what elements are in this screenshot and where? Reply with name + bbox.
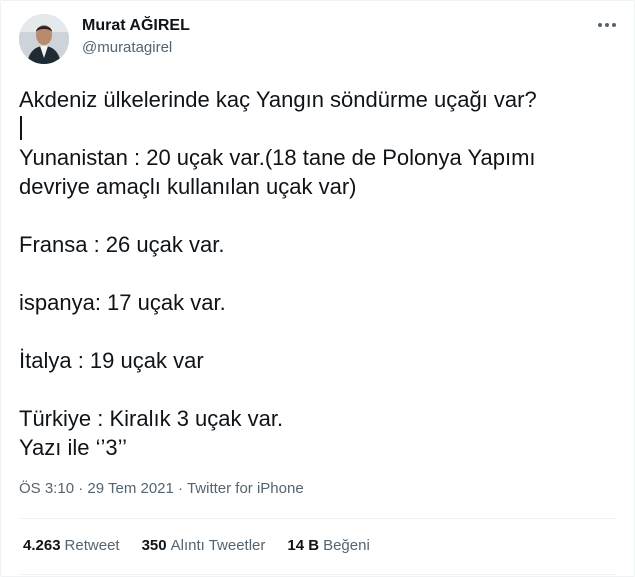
tweet-line: ispanya: 17 uçak var. <box>19 290 226 315</box>
avatar[interactable] <box>19 14 69 64</box>
retweets-label: Retweet <box>64 537 120 554</box>
more-icon[interactable] <box>595 15 619 35</box>
tweet-source[interactable]: Twitter for iPhone <box>187 480 304 497</box>
tweet-card: Murat AĞIREL @muratagirel Akdeniz ülkele… <box>0 0 635 577</box>
tweet-line: İtalya : 19 uçak var <box>19 348 204 373</box>
text-cursor <box>20 116 22 140</box>
tweet-date[interactable]: 29 Tem 2021 <box>87 480 173 497</box>
tweet-line: devriye amaçlı kullanılan uçak var) <box>19 174 357 199</box>
meta-separator: · <box>78 480 88 497</box>
tweet-line: Akdeniz ülkelerinde kaç Yangın söndürme … <box>19 87 537 112</box>
meta-separator: · <box>178 480 187 497</box>
tweet-line: Yazı ile ‘’3’’ <box>19 435 128 460</box>
likes-label: Beğeni <box>323 537 370 554</box>
retweets-stat[interactable]: 4.263 Retweet <box>23 537 120 554</box>
quotes-count: 350 <box>141 537 167 554</box>
tweet-line: Fransa : 26 uçak var. <box>19 232 225 257</box>
tweet-stats: 4.263 Retweet 350 Alıntı Tweetler 14 B Beğe… <box>23 537 370 554</box>
divider <box>19 574 616 575</box>
tweet-metadata: ÖS 3:10 · 29 Tem 2021 · Twitter for iPho… <box>19 480 304 497</box>
tweet-time[interactable]: ÖS 3:10 <box>19 480 74 497</box>
author-handle[interactable]: @muratagirel <box>82 39 172 56</box>
profile-photo <box>19 14 69 64</box>
likes-stat[interactable]: 14 B Beğeni <box>287 537 369 554</box>
quotes-stat[interactable]: 350 Alıntı Tweetler <box>142 537 266 554</box>
retweets-count: 4.263 <box>23 537 61 554</box>
author-name[interactable]: Murat AĞIREL <box>82 17 190 35</box>
likes-count: 14 B <box>287 537 320 554</box>
quotes-label: Alıntı Tweetler <box>170 537 266 554</box>
tweet-line: Türkiye : Kiralık 3 uçak var. <box>19 406 284 431</box>
divider <box>19 518 616 519</box>
tweet-line: Yunanistan : 20 uçak var.(18 tane de Pol… <box>19 145 536 170</box>
tweet-text: Akdeniz ülkelerinde kaç Yangın söndürme … <box>19 85 619 462</box>
